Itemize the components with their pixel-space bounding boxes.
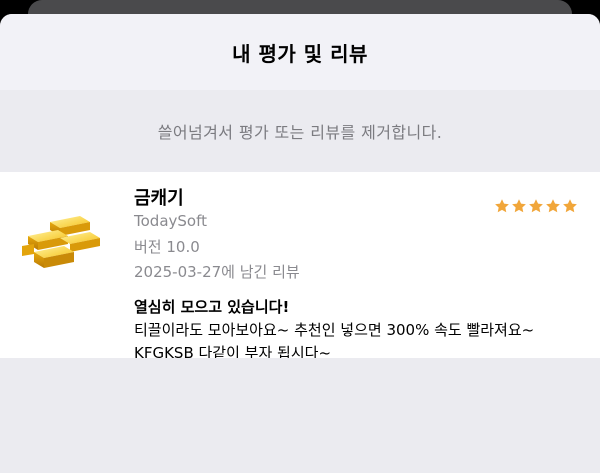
star-icon bbox=[495, 199, 509, 213]
star-icon bbox=[529, 199, 543, 213]
review-date: 2025-03-27에 남긴 리뷰 bbox=[134, 263, 300, 281]
gold-bars-icon bbox=[22, 216, 100, 268]
swipe-hint-band: 쓸어넘겨서 평가 또는 리뷰를 제거합니다. bbox=[0, 90, 600, 172]
app-name[interactable]: 금캐기 bbox=[134, 184, 184, 210]
sheet-title: 내 평가 및 리뷰 bbox=[232, 41, 368, 66]
star-rating bbox=[494, 198, 578, 214]
star-icon bbox=[512, 199, 526, 213]
review-card[interactable]: 금캐기 TodaySoft 버전 10.0 2025-03-27에 남긴 리뷰 … bbox=[0, 172, 600, 362]
star-icon bbox=[546, 199, 560, 213]
review-title: 열심히 모으고 있습니다! bbox=[134, 298, 290, 316]
sheet-header: 내 평가 및 리뷰 bbox=[0, 14, 600, 90]
empty-area bbox=[0, 358, 600, 473]
star-icon bbox=[563, 199, 577, 213]
developer-name: TodaySoft bbox=[134, 212, 207, 230]
app-version: 버전 10.0 bbox=[134, 238, 200, 256]
review-body-line: 티끌이라도 모아보아요~ 추천인 넣으면 300% 속도 빨라져요~ bbox=[134, 321, 535, 339]
swipe-hint-text: 쓸어넘겨서 평가 또는 리뷰를 제거합니다. bbox=[157, 123, 443, 142]
reviews-sheet: 내 평가 및 리뷰 쓸어넘겨서 평가 또는 리뷰를 제거합니다. 금캐기 Tod… bbox=[0, 14, 600, 473]
